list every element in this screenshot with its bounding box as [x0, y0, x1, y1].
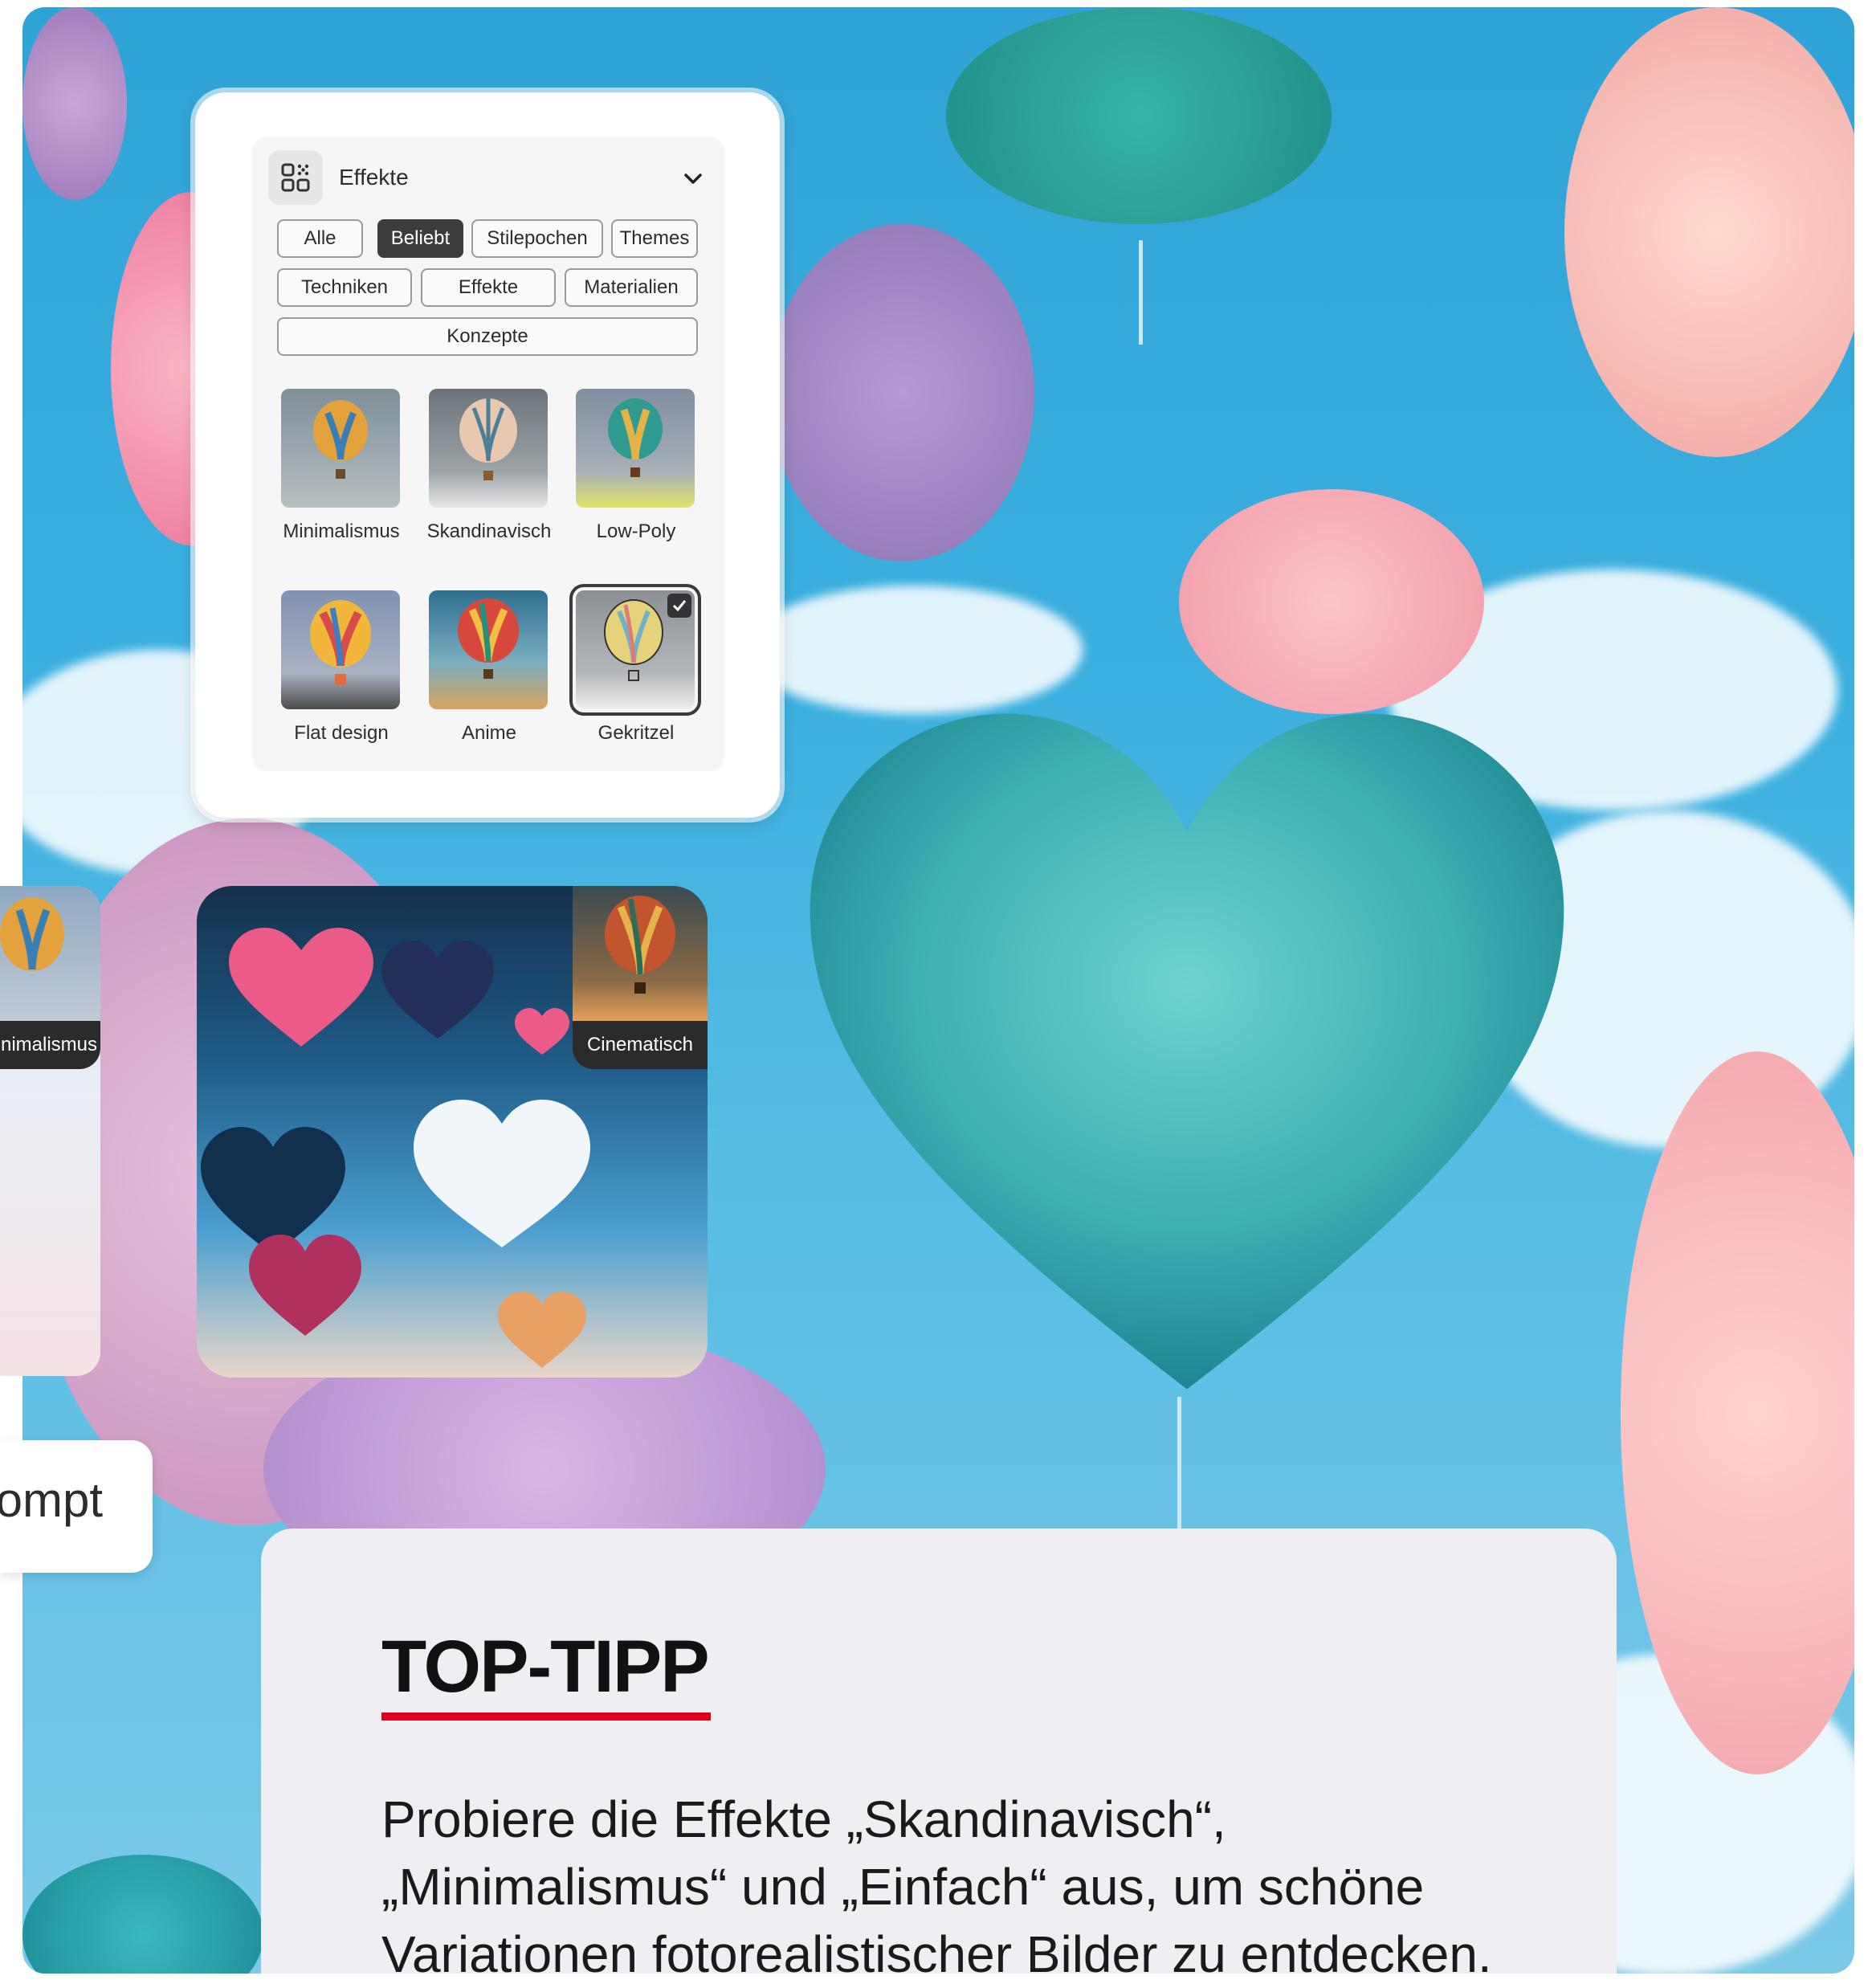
- style-thumbnail: [573, 886, 708, 1021]
- panel-title: Effekte: [339, 165, 409, 190]
- hot-air-balloon-icon: [310, 600, 371, 685]
- style-label: Minimalismus: [283, 520, 400, 542]
- hot-air-balloon-icon: [608, 398, 663, 477]
- tip-body: Probiere die Effekte „Skandinavisch“, „M…: [381, 1790, 1492, 1983]
- style-thumbnail: [0, 886, 100, 1021]
- tip-title-underline: [381, 1712, 711, 1721]
- hot-air-balloon-icon: [313, 400, 368, 479]
- effects-icon: [268, 150, 323, 205]
- style-label: Gekritzel: [597, 722, 675, 744]
- checkmark-icon: [667, 594, 691, 618]
- hot-air-balloon-icon: [605, 896, 675, 994]
- filter-chip-materialien[interactable]: Materialien: [565, 268, 698, 307]
- style-thumbnail: [429, 590, 548, 709]
- top-tip-box: TOP-TIPP Probiere die Effekte „Skandinav…: [261, 1529, 1617, 1983]
- style-thumbnail: [429, 389, 548, 508]
- prompt-field[interactable]: Prompt: [0, 1440, 153, 1573]
- style-thumbnail: [281, 389, 400, 508]
- chevron-down-icon[interactable]: [681, 166, 705, 190]
- style-label: Low-Poly: [596, 520, 676, 542]
- effects-panel-body: Effekte Alle Beliebt Stilepochen Themes …: [252, 137, 724, 771]
- style-label: Anime: [461, 722, 517, 744]
- style-thumbnail: [576, 389, 695, 508]
- style-badge-label: Minimalismus: [0, 1021, 100, 1069]
- filter-chip-techniken[interactable]: Techniken: [277, 268, 412, 307]
- filter-chip-stilepochen[interactable]: Stilepochen: [471, 219, 603, 258]
- teal-heart-balloon: [810, 713, 1564, 1390]
- tip-title: TOP-TIPP: [381, 1626, 710, 1708]
- filter-chip-alle[interactable]: Alle: [277, 219, 363, 258]
- prompt-label: Prompt: [0, 1473, 103, 1527]
- style-thumbnail: [281, 590, 400, 709]
- preview-card-minimalismus[interactable]: Minimalismus: [0, 886, 100, 1376]
- effects-panel: Effekte Alle Beliebt Stilepochen Themes …: [195, 92, 780, 818]
- style-label: Flat design: [294, 722, 389, 744]
- filter-chip-konzepte[interactable]: Konzepte: [277, 317, 698, 356]
- filter-chip-effekte[interactable]: Effekte: [421, 268, 556, 307]
- filter-chip-beliebt[interactable]: Beliebt: [377, 219, 463, 258]
- style-label: Skandinavisch: [426, 520, 552, 542]
- effects-dropdown-header[interactable]: Effekte: [268, 150, 708, 206]
- hot-air-balloon-icon: [0, 897, 64, 971]
- filter-chip-themes[interactable]: Themes: [611, 219, 698, 258]
- style-badge-label: Cinematisch: [573, 1021, 708, 1069]
- hot-air-balloon-icon: [459, 398, 517, 480]
- hot-air-balloon-icon: [458, 598, 519, 679]
- preview-card-cinematisch[interactable]: Cinematisch: [197, 886, 708, 1378]
- style-thumbnail: [569, 584, 701, 716]
